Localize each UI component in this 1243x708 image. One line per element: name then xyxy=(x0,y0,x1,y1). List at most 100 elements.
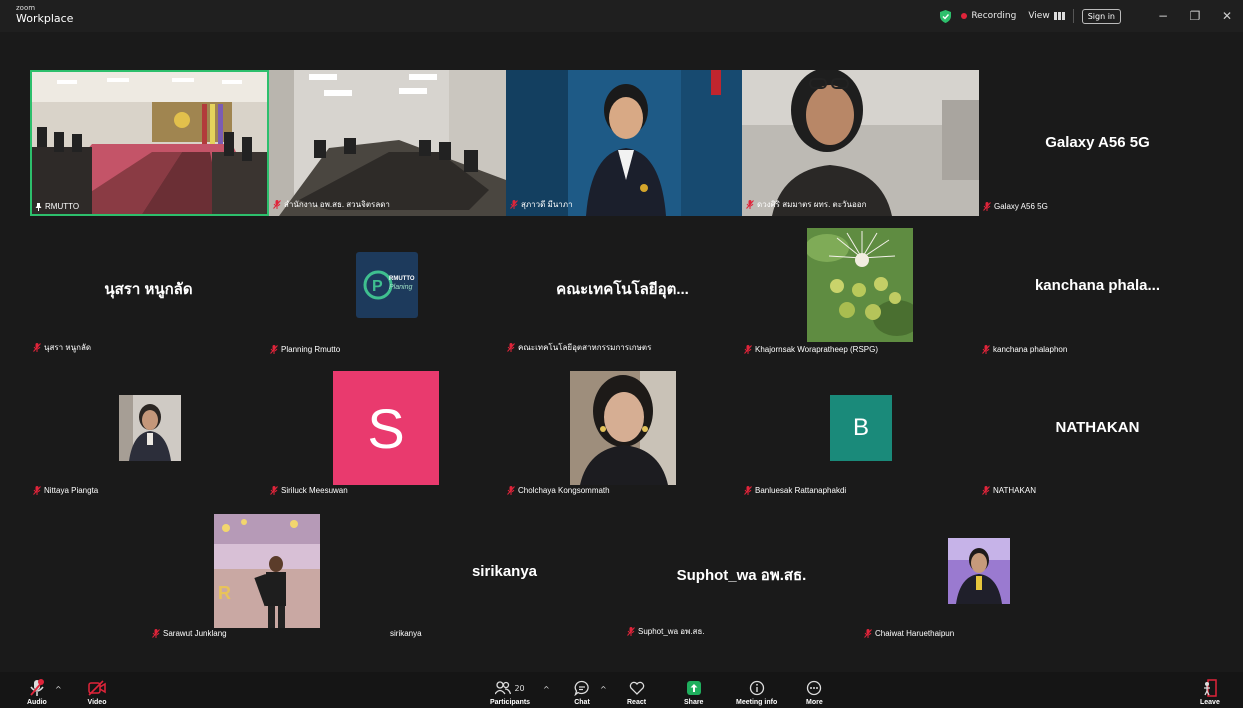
participant-tile-nusara[interactable]: นุสรา หนูกลัด นุสรา หนูกลัด xyxy=(30,225,267,357)
participant-name-label: Suphot_wa อพ.สธ. xyxy=(627,625,705,638)
leave-label: Leave xyxy=(1200,699,1220,706)
share-screen-icon xyxy=(686,681,701,695)
participant-tile-cholchaya[interactable]: Cholchaya Kongsommath xyxy=(504,368,741,498)
flower-image xyxy=(807,228,913,342)
mic-muted-icon xyxy=(744,486,752,495)
banluesak-letter-avatar: B xyxy=(830,395,892,461)
leave-button[interactable]: Leave xyxy=(1200,678,1220,706)
participant-name-label: kanchana phalaphon xyxy=(982,345,1067,354)
participant-name-label: RMUTTO xyxy=(35,202,79,211)
restore-button[interactable]: ❐ xyxy=(1179,9,1211,23)
participant-tile-sarawut[interactable]: R Sarawut Junklang xyxy=(148,511,386,643)
participants-button[interactable]: 20 Participants xyxy=(490,678,530,706)
brand-name: Workplace xyxy=(16,12,74,25)
audio-options-caret-icon[interactable]: ^ xyxy=(55,685,62,694)
participant-name-label: NATHAKAN xyxy=(982,486,1036,495)
participant-name-label: คณะเทคโนโลยีอุตสาหกรรมการเกษตร xyxy=(507,341,651,354)
participant-tile-supawadee[interactable]: สุภาวดี มีนาภา xyxy=(506,70,742,216)
participant-tile-office[interactable]: สำนักงาน อพ.สธ. สวนจิตรลดา xyxy=(269,70,506,216)
participant-tile-suphot[interactable]: Suphot_wa อพ.สธ. Suphot_wa อพ.สธ. xyxy=(623,511,860,643)
participant-tile-nathakan[interactable]: NATHAKAN NATHAKAN xyxy=(979,368,1216,498)
recording-indicator[interactable]: Recording xyxy=(961,11,1016,21)
participant-name-label: Khajornsak Worapratheep (RSPG) xyxy=(744,345,878,354)
cholchaya-avatar xyxy=(570,371,676,485)
minimize-button[interactable]: − xyxy=(1147,9,1179,23)
mic-muted-icon xyxy=(270,345,278,354)
participant-name-label: Cholchaya Kongsommath xyxy=(507,486,610,495)
participant-tile-agro-faculty[interactable]: คณะเทคโนโลยีอุต... คณะเทคโนโลยีอุตสาหกรร… xyxy=(504,225,741,357)
participant-tile-duangsiri[interactable]: ดวงศิริ สมมาตร ผทร. ตะวันออก xyxy=(742,70,979,216)
participant-tile-kanchana[interactable]: kanchana phala... kanchana phalaphon xyxy=(979,225,1216,357)
participant-tile-sirikanya[interactable]: sirikanya sirikanya xyxy=(386,511,623,643)
participants-options-caret-icon[interactable]: ^ xyxy=(543,685,550,694)
chat-label: Chat xyxy=(574,699,590,706)
meeting-info-button[interactable]: Meeting info xyxy=(736,678,777,706)
svg-text:R: R xyxy=(218,583,231,603)
meeting-info-label: Meeting info xyxy=(736,699,778,706)
mic-muted-icon xyxy=(746,200,754,209)
chaiwat-avatar xyxy=(948,538,1010,604)
close-button[interactable]: ✕ xyxy=(1211,9,1243,23)
sarawut-photo: R xyxy=(214,514,320,628)
brand-small: zoom xyxy=(16,4,36,12)
mic-muted-icon xyxy=(982,486,990,495)
svg-text:P: P xyxy=(372,278,383,295)
chat-button[interactable]: Chat xyxy=(574,678,590,706)
participant-tile-galaxy[interactable]: Galaxy A56 5G Galaxy A56 5G xyxy=(979,70,1216,216)
participant-display-name: NATHAKAN xyxy=(1055,419,1140,436)
participant-tile-siriluck[interactable]: S Siriluck Meesuwan xyxy=(267,368,504,498)
mic-muted-icon xyxy=(510,200,518,209)
view-button[interactable]: View xyxy=(1028,11,1065,21)
participant-display-name: คณะเทคโนโลยีอุต... xyxy=(556,281,689,298)
more-button[interactable]: More xyxy=(806,678,823,706)
react-label: React xyxy=(627,699,647,706)
heart-icon xyxy=(629,681,644,695)
participant-name-label: Banluesak Rattanaphakdi xyxy=(744,486,846,495)
participant-tile-banluesak[interactable]: B Banluesak Rattanaphakdi xyxy=(741,368,979,498)
planning-rmutto-logo: P RMUTTO Planing xyxy=(356,252,418,318)
participant-tile-rmutto[interactable]: RMUTTO xyxy=(30,70,269,216)
gallery-grid-icon xyxy=(1053,12,1065,20)
chaiwat-photo xyxy=(948,538,1010,604)
participant-name-label: Chaiwat Haruethaipun xyxy=(864,629,954,638)
info-icon xyxy=(749,680,764,696)
participant-name-label: สำนักงาน อพ.สธ. สวนจิตรลดา xyxy=(273,198,390,211)
video-button[interactable]: Video xyxy=(87,678,107,706)
share-button[interactable]: Share xyxy=(684,678,703,706)
sign-in-button[interactable]: Sign in xyxy=(1081,8,1121,24)
mic-muted-icon xyxy=(983,202,991,211)
participant-tile-khajornsak[interactable]: Khajornsak Worapratheep (RSPG) xyxy=(741,225,979,357)
nittaya-photo xyxy=(119,395,181,461)
conference-room-video xyxy=(32,72,267,214)
mic-muted-icon xyxy=(270,486,278,495)
microphone-muted-icon xyxy=(30,679,44,696)
flower-avatar xyxy=(807,228,913,342)
mic-muted-icon xyxy=(864,629,872,638)
more-options-icon xyxy=(807,680,822,696)
recording-label: Recording xyxy=(971,11,1017,21)
participant-name-label: Planning Rmutto xyxy=(270,345,340,354)
mic-muted-icon xyxy=(507,343,515,352)
supawadee-video xyxy=(506,70,742,216)
participants-count: 20 xyxy=(514,683,525,693)
participant-tile-nittaya[interactable]: Nittaya Piangta xyxy=(30,368,267,498)
sarawut-avatar: R xyxy=(214,514,320,628)
participant-name-label: ดวงศิริ สมมาตร ผทร. ตะวันออก xyxy=(746,198,866,211)
mic-muted-icon xyxy=(627,627,635,636)
participant-display-name: Galaxy A56 5G xyxy=(1045,134,1150,151)
duangsiri-video xyxy=(742,70,979,216)
participant-tile-chaiwat[interactable]: Chaiwat Haruethaipun xyxy=(860,511,1097,643)
nittaya-avatar xyxy=(119,395,181,461)
logo-text-main: RMUTTO xyxy=(389,276,415,282)
mic-muted-icon xyxy=(33,343,41,352)
office-room-video xyxy=(269,70,506,216)
chat-icon xyxy=(574,680,589,696)
participant-tile-planning[interactable]: P RMUTTO Planing Planning Rmutto xyxy=(267,225,504,357)
chat-options-caret-icon[interactable]: ^ xyxy=(600,685,607,694)
audio-button[interactable]: Audio xyxy=(27,678,47,706)
security-shield-icon[interactable] xyxy=(940,9,952,23)
cholchaya-photo xyxy=(570,371,676,485)
mic-muted-icon xyxy=(273,200,281,209)
react-button[interactable]: React xyxy=(627,678,646,706)
mic-muted-icon xyxy=(982,345,990,354)
